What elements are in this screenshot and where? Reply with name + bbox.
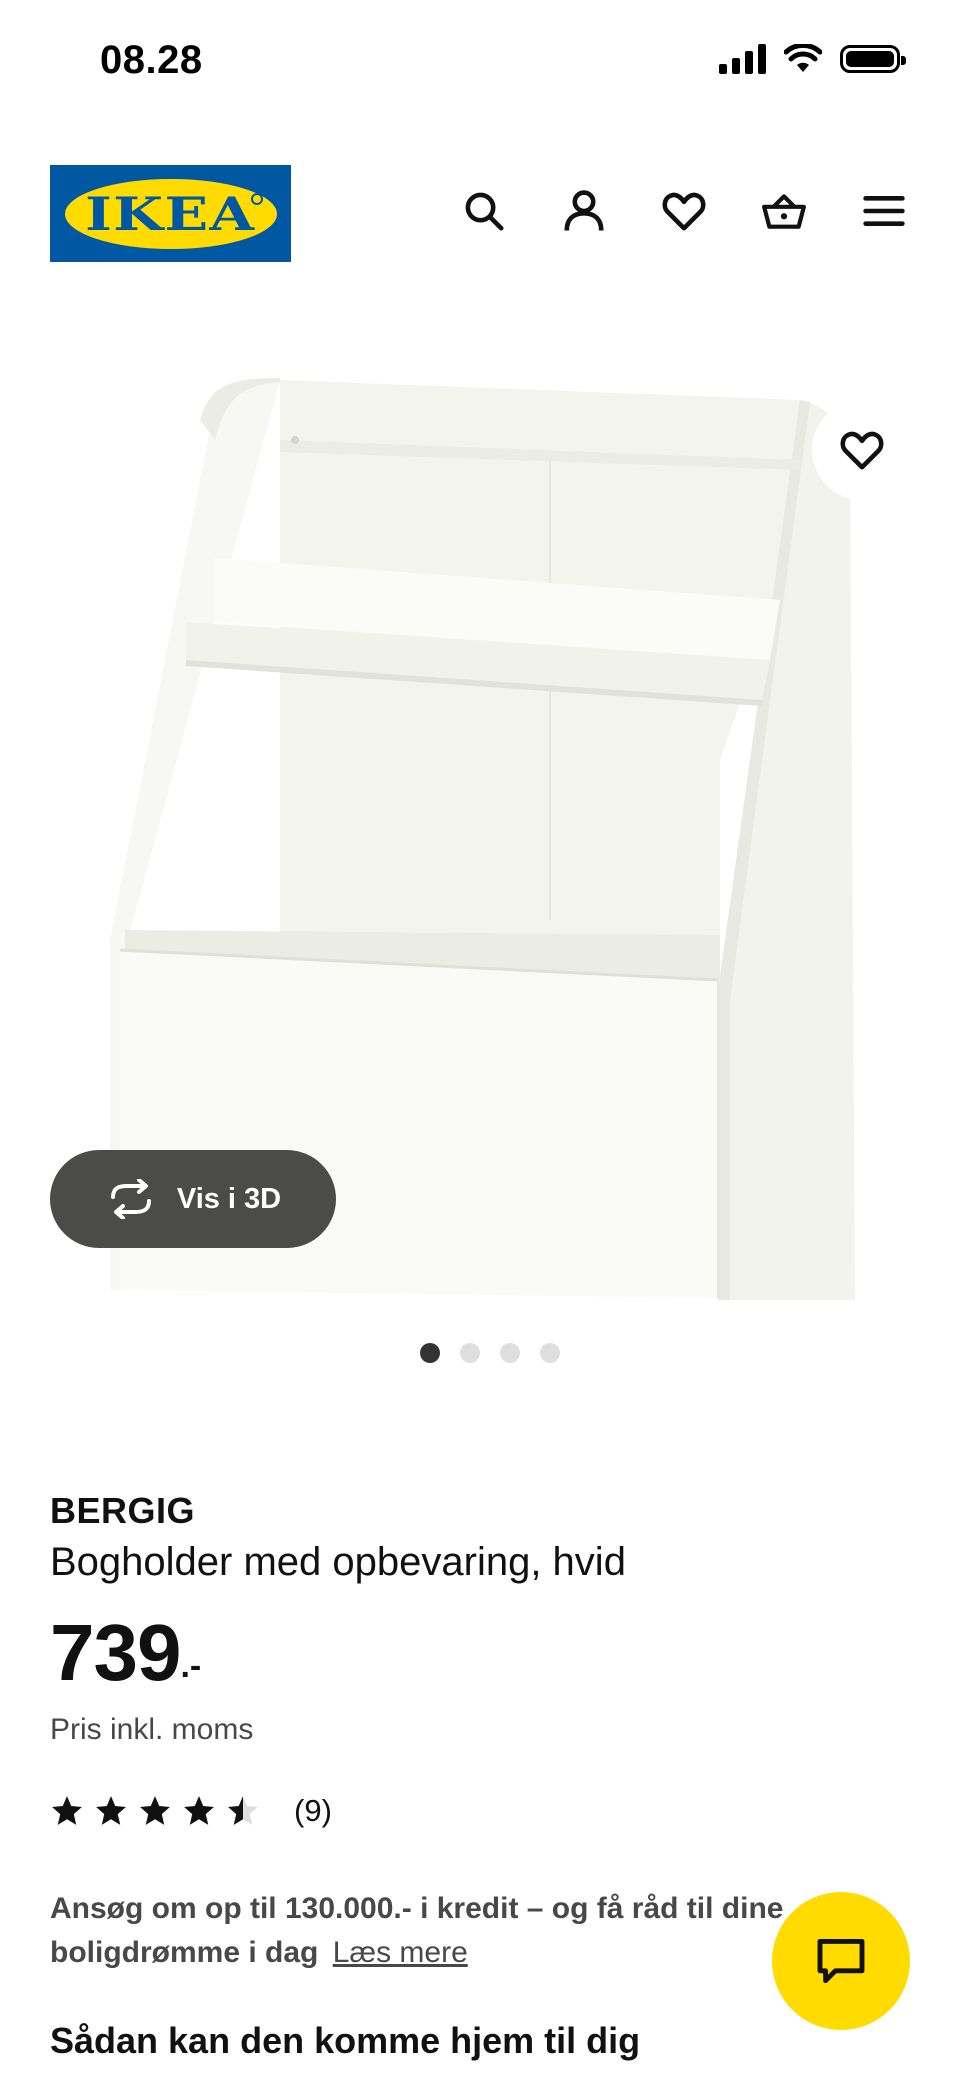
ikea-logo[interactable]: IKEA — [50, 165, 291, 262]
gallery-pagination — [0, 1343, 960, 1363]
heart-icon — [840, 431, 884, 470]
star-icon — [140, 1796, 170, 1825]
product-info: BERGIG Bogholder med opbevaring, hvid 73… — [50, 1490, 920, 1975]
site-header: IKEA — [0, 160, 960, 270]
rotate-icon — [110, 1179, 151, 1219]
vat-note: Pris inkl. moms — [50, 1713, 254, 1746]
view-in-3d-label: Vis i 3D — [176, 1182, 282, 1215]
account-icon[interactable] — [558, 185, 610, 237]
battery-icon — [840, 45, 906, 73]
rating-stars — [50, 1794, 260, 1828]
price-suffix: .- — [180, 1647, 202, 1685]
half-star-icon — [228, 1796, 258, 1825]
star-icon — [52, 1796, 82, 1825]
menu-icon[interactable] — [858, 185, 910, 237]
star-icon — [96, 1796, 126, 1825]
delivery-heading: Sådan kan den komme hjem til dig — [50, 2020, 641, 2061]
wifi-icon — [784, 44, 822, 72]
basket-icon[interactable] — [758, 185, 810, 237]
credit-offer: Ansøg om op til 130.000.- i kredit – og … — [50, 1887, 840, 1975]
product-description: Bogholder med opbevaring, hvid — [50, 1540, 626, 1584]
logo-text: IKEA — [85, 186, 256, 241]
price: 739 .- — [50, 1607, 920, 1699]
gallery-dot[interactable] — [420, 1343, 440, 1363]
favorites-icon[interactable] — [658, 185, 710, 237]
star-icon — [184, 1796, 214, 1825]
status-bar: 08.28 — [0, 0, 960, 120]
read-more-link[interactable]: Læs mere — [333, 1936, 468, 1969]
product-name: BERGIG — [50, 1490, 196, 1531]
chat-icon — [817, 1938, 865, 1984]
status-time: 08.28 — [100, 38, 203, 82]
price-value: 739 — [50, 1608, 181, 1697]
rating[interactable]: (9) — [50, 1793, 920, 1829]
gallery-dot[interactable] — [500, 1343, 520, 1363]
rating-count: (9) — [294, 1793, 332, 1828]
search-icon[interactable] — [458, 185, 510, 237]
chat-button[interactable] — [772, 1892, 910, 2030]
add-to-favorites-button[interactable] — [812, 400, 912, 500]
signal-icon — [719, 44, 766, 74]
view-in-3d-button[interactable]: Vis i 3D — [50, 1150, 336, 1248]
header-nav — [458, 185, 910, 237]
product-gallery[interactable]: Vis i 3D — [0, 360, 960, 1300]
status-icons — [719, 44, 906, 74]
gallery-dot[interactable] — [460, 1343, 480, 1363]
gallery-dot[interactable] — [540, 1343, 560, 1363]
